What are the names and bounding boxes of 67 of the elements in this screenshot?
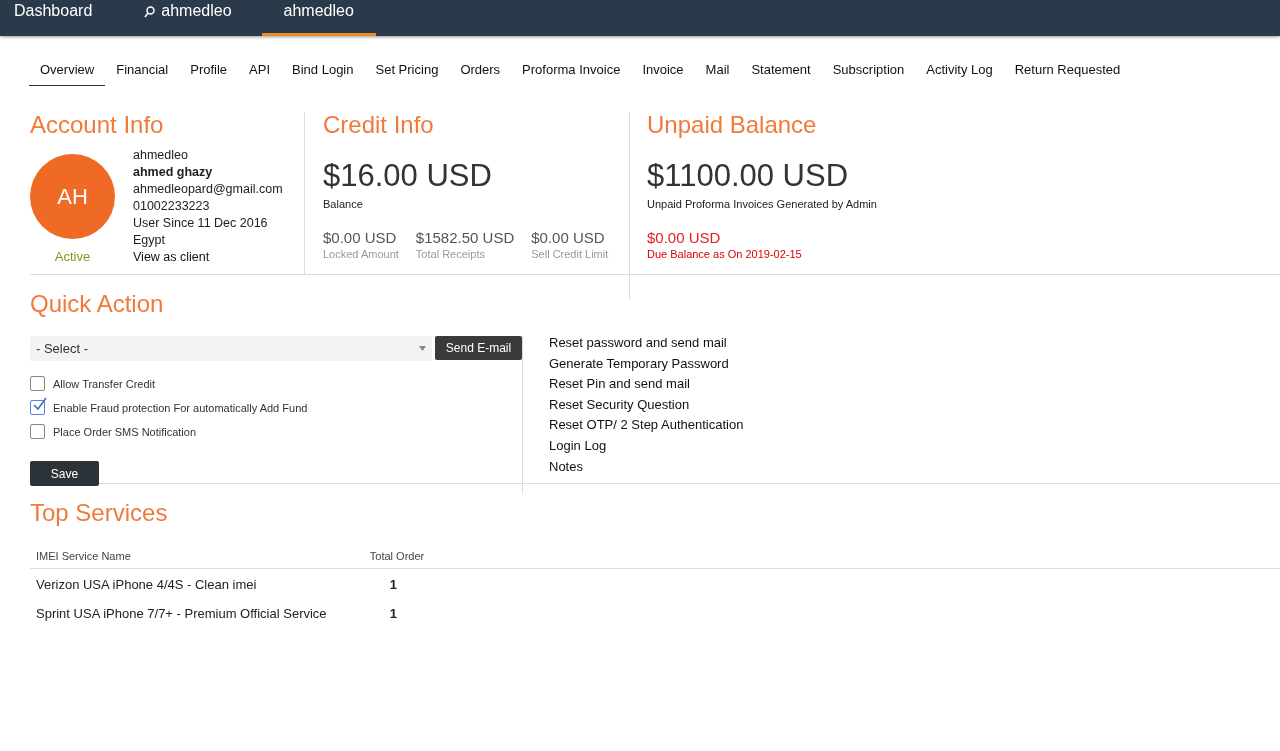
- tab[interactable]: Financial: [105, 60, 180, 86]
- action-link[interactable]: Notes: [549, 456, 744, 478]
- search-icon: [144, 6, 156, 18]
- tab[interactable]: Proforma Invoice: [511, 60, 632, 86]
- member-since: User Since 11 Dec 2016: [133, 215, 269, 232]
- view-as-client-link[interactable]: View as client: [133, 249, 283, 266]
- tab[interactable]: Profile: [179, 60, 239, 86]
- top-nav-link[interactable]: ahmedleo: [261, 0, 376, 36]
- section-title: Top Services: [30, 500, 169, 526]
- tab[interactable]: Overview: [29, 60, 106, 86]
- email: ahmedleopard@gmail.com: [133, 181, 283, 198]
- checkbox[interactable]: [30, 424, 45, 439]
- action-link[interactable]: Reset password and send mail: [549, 333, 744, 354]
- top-nav-link[interactable]: ahmedleo: [144, 0, 254, 36]
- tab[interactable]: Statement: [740, 60, 822, 86]
- service-name-cell-text: Sprint USA iPhone 7/7+ - Premium Official Service: [35, 605, 328, 623]
- send-email-button[interactable]: Send E-mail: [435, 336, 522, 360]
- checkbox[interactable]: [30, 376, 45, 391]
- action-link[interactable]: Reset Pin and send mail: [549, 374, 744, 395]
- select-dropdown[interactable]: - Select -: [30, 336, 432, 361]
- action-link[interactable]: Login Log: [549, 435, 744, 457]
- checkbox-label: Enable Fraud protection For automatically Add Fund: [53, 401, 308, 414]
- service-name-cell: Verizon USA iPhone 4/4S - Clean imei: [30, 568, 364, 598]
- column-header: IMEI Service Name: [30, 550, 364, 569]
- avatar: AH: [30, 154, 115, 239]
- stat-value: $1582.50 USD: [415, 229, 515, 246]
- due-label: Due Balance as On 2019-02-15: [647, 248, 803, 260]
- country: Egypt: [133, 232, 166, 249]
- action-link[interactable]: Generate Temporary Password: [549, 353, 744, 375]
- tab[interactable]: Subscription: [821, 60, 916, 86]
- tab[interactable]: Set Pricing: [364, 60, 450, 86]
- stat-label: Locked Amount: [323, 248, 399, 260]
- status-label: Active: [54, 249, 91, 264]
- section-title: Credit Info: [323, 112, 435, 138]
- column-header: Total Order: [363, 550, 1280, 569]
- top-nav-link[interactable]: Dashboard: [14, 0, 115, 36]
- unpaid-amount: $1100.00 USD: [647, 158, 850, 194]
- tab[interactable]: API: [238, 60, 282, 86]
- balance-label: Balance: [323, 198, 364, 210]
- balance-amount: $16.00 USD: [323, 158, 493, 194]
- section-title: Unpaid Balance: [647, 112, 818, 138]
- stat-value: $0.00 USD: [323, 229, 398, 246]
- action-link[interactable]: Reset Security Question: [549, 394, 744, 416]
- action-link[interactable]: Reset OTP/ 2 Step Authentication: [549, 415, 744, 436]
- save-button[interactable]: Save: [30, 461, 99, 486]
- caret-icon: [419, 346, 426, 351]
- tab[interactable]: Bind Login: [281, 60, 365, 86]
- stat-label: Sell Credit Limit: [531, 248, 609, 260]
- total-order-cell-text: 1: [388, 605, 399, 623]
- checkbox[interactable]: [30, 400, 45, 415]
- username: ahmedleo: [133, 147, 189, 164]
- total-order-cell: 1: [363, 568, 1280, 598]
- checkbox-label: Place Order SMS Notification: [53, 425, 197, 438]
- checkbox-label: Allow Transfer Credit: [53, 377, 156, 390]
- full-name: ahmed ghazy: [133, 164, 214, 181]
- tab[interactable]: Mail: [694, 60, 741, 86]
- tab[interactable]: Return Requested: [1003, 60, 1132, 86]
- unpaid-label: Unpaid Proforma Invoices Generated by Admin: [647, 198, 877, 210]
- section-title: Quick Action: [30, 291, 165, 317]
- phone: 01002233223: [133, 198, 211, 215]
- stat-value: $0.00 USD: [531, 229, 606, 246]
- stat-label: Total Receipts: [415, 248, 486, 260]
- due-value: $0.00 USD: [647, 229, 722, 246]
- section-title: Account Info: [30, 112, 165, 138]
- tab[interactable]: Activity Log: [915, 60, 1004, 86]
- tab[interactable]: Orders: [449, 60, 512, 86]
- tab[interactable]: Invoice: [631, 60, 695, 86]
